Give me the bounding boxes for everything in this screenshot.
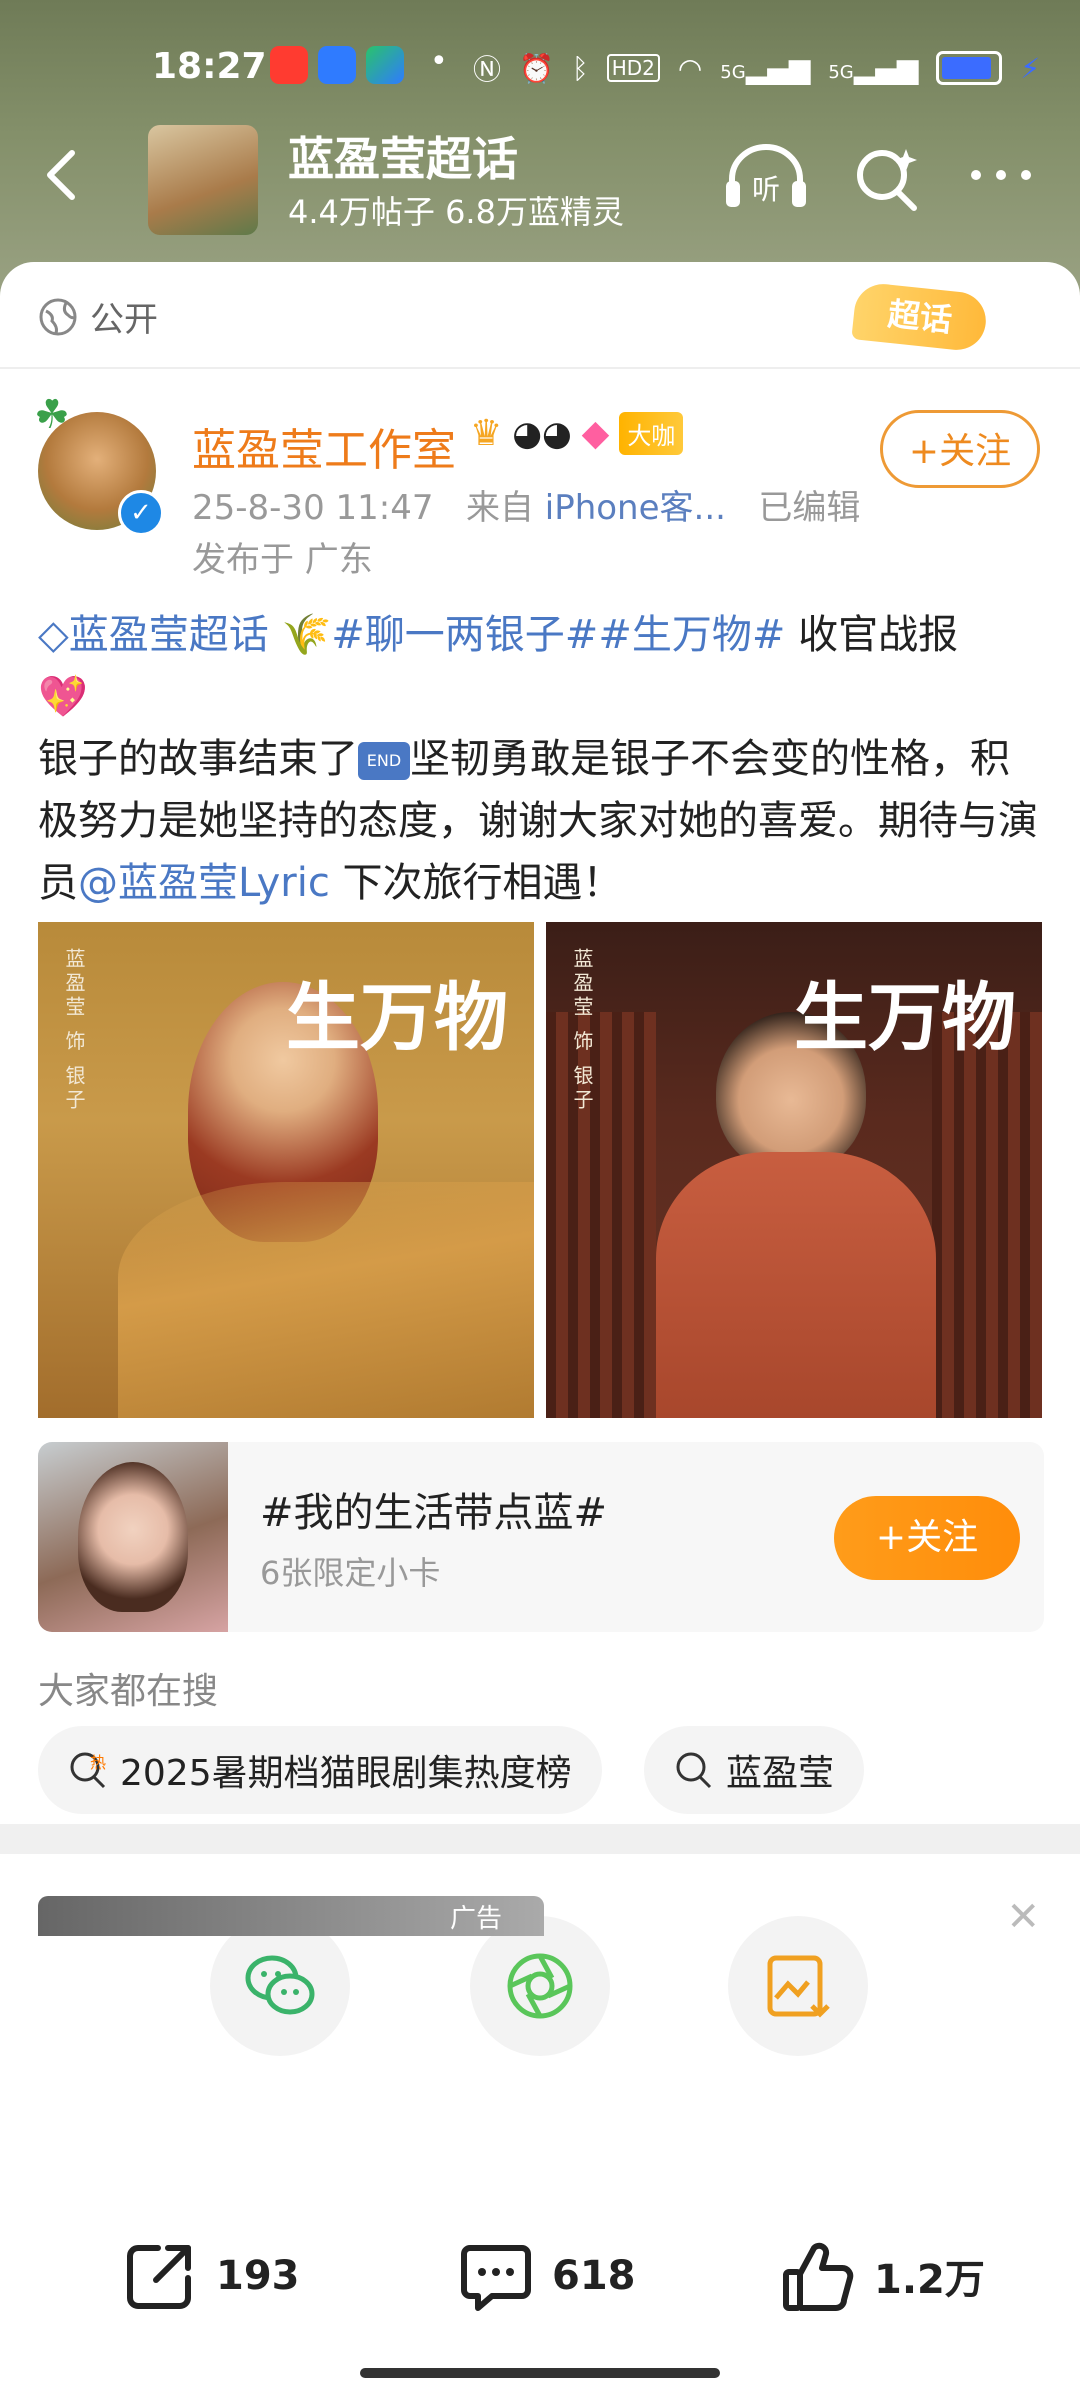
post-image-1[interactable]: 蓝盈莹 饰 银子 生万物: [38, 922, 534, 1418]
post-text-title: 收官战报: [785, 612, 959, 658]
hot-search-icon: 热: [70, 1752, 106, 1789]
author-badges: ♛ ◕◕ ◆ 大咖: [470, 412, 684, 455]
comment-button[interactable]: 618: [458, 2238, 636, 2314]
globe-icon: [39, 298, 77, 335]
post-image-2-logo: 生万物: [794, 975, 1016, 1061]
bluetooth-icon: ᛒ: [571, 51, 589, 85]
post-source-prefix: 来自: [465, 488, 534, 528]
wheat-icon: 🌾: [281, 612, 332, 658]
post-image-2-caption: 蓝盈莹 饰 银子: [570, 948, 594, 1113]
home-indicator[interactable]: [360, 2368, 720, 2378]
diamond-icon: ◆: [581, 413, 610, 454]
supertopic-title[interactable]: 蓝盈莹超话: [288, 123, 518, 189]
topbar: 蓝盈莹超话 4.4万帖子 6.8万蓝精灵 听: [0, 115, 1080, 245]
more-options-icon[interactable]: [966, 155, 1036, 195]
back-arrow-icon[interactable]: [34, 145, 94, 205]
edited-label[interactable]: 已编辑: [758, 488, 860, 528]
post-meta: 25-8-30 11:47 来自 iPhone客... 已编辑: [192, 480, 860, 529]
svg-text:热: 热: [90, 1753, 106, 1772]
topic-card-title: #我的生活带点蓝#: [260, 1490, 608, 1536]
charging-icon: ⚡: [1020, 51, 1040, 85]
post-date: 25-8-30 11:47: [192, 488, 434, 528]
verified-icon: ✓: [118, 490, 164, 536]
follow-author-button[interactable]: +关注: [880, 410, 1040, 488]
topic-card-subtitle: 6张限定小卡: [260, 1554, 441, 1592]
search-chip-1[interactable]: 热 2025暑期档猫眼剧集热度榜: [38, 1726, 602, 1814]
post-image-2[interactable]: 蓝盈莹 饰 银子 生万物: [546, 922, 1042, 1418]
like-button[interactable]: 1.2万: [780, 2238, 985, 2314]
svg-text:听: 听: [752, 173, 780, 206]
supertopic-link[interactable]: ◇蓝盈莹超话: [38, 612, 269, 658]
panda-icon: ◕◕: [512, 413, 572, 454]
status-bar: 18:27 • Ⓝ ⏰ ᛒ HD2 ◠ 5G▂▄▆ 5G▂▄▆ ⚡: [0, 30, 1080, 110]
nfc-icon: Ⓝ: [472, 53, 501, 86]
repost-count: 193: [216, 2253, 300, 2299]
alarm-icon: ⏰: [519, 51, 554, 85]
ad-label: 广告: [450, 1904, 503, 1934]
post-image-1-caption: 蓝盈莹 饰 银子: [62, 948, 86, 1113]
comment-count: 618: [552, 2253, 636, 2299]
topic-follow-button[interactable]: +关注: [834, 1496, 1020, 1580]
moments-shutter-icon: [507, 1953, 573, 2019]
search-icon: [676, 1752, 712, 1789]
repost-icon: [127, 2245, 191, 2309]
share-wechat-button[interactable]: [210, 1916, 350, 2056]
post-text-body-1: 银子的故事结束了: [38, 736, 358, 782]
hd-icon: HD2: [606, 54, 660, 82]
mention-link[interactable]: @蓝盈莹Lyric: [78, 860, 330, 906]
post-location: 发布于 广东: [192, 540, 373, 580]
video-app-icon: [270, 46, 308, 84]
notification-dot: •: [430, 44, 448, 79]
comment-icon: [461, 2245, 531, 2311]
supertopic-badge: 超话: [851, 281, 989, 353]
search-chip-2-label: 蓝盈莹: [726, 1753, 835, 1794]
cloud-app-icon: [318, 46, 356, 84]
status-indicators: Ⓝ ⏰ ᛒ HD2 ◠ 5G▂▄▆ 5G▂▄▆ ⚡: [473, 48, 1040, 88]
search-chip-1-label: 2025暑期档猫眼剧集热度榜: [120, 1753, 572, 1794]
section-gap: [0, 1824, 1080, 1854]
media-app-icon: [366, 46, 404, 84]
sparkle-heart-icon: 💖: [38, 674, 88, 720]
divider: [0, 367, 1080, 369]
search-sparkle-icon[interactable]: [852, 143, 922, 213]
search-chip-2[interactable]: 蓝盈莹: [644, 1726, 865, 1814]
post-source[interactable]: iPhone客...: [545, 488, 726, 528]
topic-card[interactable]: #我的生活带点蓝# 6张限定小卡 +关注: [38, 1442, 1044, 1632]
dakai-badge: 大咖: [619, 412, 684, 455]
signal-1-icon: 5G▂▄▆: [720, 51, 811, 85]
status-time: 18:27: [152, 46, 267, 87]
supertopic-avatar[interactable]: [148, 125, 258, 235]
crown-icon: ♛: [470, 413, 503, 454]
battery-icon: [936, 51, 1003, 85]
search-heading: 大家都在搜: [38, 1671, 219, 1712]
post-text-body-3: 下次旅行相遇！: [329, 860, 623, 906]
post-image-1-logo: 生万物: [286, 975, 508, 1061]
thumbs-up-icon: [783, 2242, 854, 2311]
signal-2-icon: 5G▂▄▆: [828, 51, 919, 85]
like-count: 1.2万: [874, 2257, 985, 2303]
wifi-icon: ◠: [677, 51, 703, 85]
wechat-icon: [245, 1955, 315, 2015]
hashtag-links[interactable]: #聊一两银子##生万物#: [331, 612, 785, 658]
end-arrow-icon: END: [358, 742, 410, 780]
share-moments-button[interactable]: [470, 1916, 610, 2056]
save-image-icon: [767, 1955, 830, 2018]
bottom-action-bar: 193 618 1.2万: [0, 2130, 1080, 2400]
post-text: ◇蓝盈莹超话 🌾#聊一两银子##生万物# 收官战报 💖 银子的故事结束了 END 坚…: [38, 604, 1048, 914]
visibility-label: 公开: [90, 300, 158, 340]
visibility-row: 公开: [38, 292, 158, 341]
listen-headphone-icon[interactable]: 听: [724, 141, 808, 211]
topic-card-image: [38, 1442, 228, 1632]
supertopic-stats: 4.4万帖子 6.8万蓝精灵: [288, 193, 624, 231]
author-name[interactable]: 蓝盈莹工作室: [192, 414, 456, 478]
repost-button[interactable]: 193: [122, 2238, 300, 2314]
ad-close-icon[interactable]: ✕: [1006, 1894, 1040, 1940]
save-image-button[interactable]: [728, 1916, 868, 2056]
